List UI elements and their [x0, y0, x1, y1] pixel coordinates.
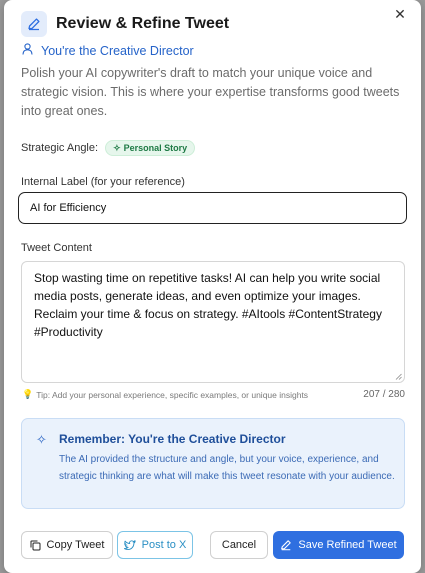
tweet-content-label: Tweet Content	[21, 242, 92, 254]
tweet-content-text: Stop wasting time on repetitive tasks! A…	[34, 271, 382, 339]
post-to-x-button[interactable]: Post to X	[117, 531, 193, 559]
cancel-button[interactable]: Cancel	[210, 531, 268, 559]
close-icon[interactable]: ✕	[392, 6, 408, 22]
lightbulb-icon: 💡	[22, 389, 34, 399]
reminder-text: The AI provided the structure and angle,…	[59, 454, 395, 482]
strategic-angle-row: Strategic Angle: ✧ Personal Story	[21, 140, 196, 156]
user-icon	[22, 42, 33, 60]
copy-tweet-label: Copy Tweet	[46, 539, 105, 551]
dialog-description: Polish your AI copywriter's draft to mat…	[21, 66, 400, 118]
pencil-icon	[21, 11, 47, 37]
angle-badge: ✧ Personal Story	[105, 140, 196, 156]
dialog-actions: Copy Tweet Post to X Cancel Save Refined…	[4, 531, 421, 559]
cancel-label: Cancel	[221, 539, 257, 551]
tip-row: 💡 Tip: Add your personal experience, spe…	[22, 389, 405, 400]
save-refined-tweet-label: Save Refined Tweet	[298, 539, 397, 551]
internal-label-label: Internal Label (for your reference)	[21, 176, 185, 188]
tip: 💡 Tip: Add your personal experience, spe…	[22, 389, 308, 400]
review-tweet-dialog: ✕ Review & Refine Tweet You're the Creat…	[4, 0, 421, 573]
reminder-title: Remember: You're the Creative Director	[59, 432, 286, 446]
twitter-bird-icon	[123, 539, 136, 551]
role-line: You're the Creative Director	[22, 42, 194, 60]
reminder-box: ✧ Remember: You're the Creative Director…	[21, 418, 405, 509]
sparkle-icon: ✧	[113, 142, 121, 153]
post-to-x-label: Post to X	[141, 539, 187, 551]
save-refined-tweet-button[interactable]: Save Refined Tweet	[273, 531, 404, 559]
copy-icon	[30, 540, 41, 551]
strategic-angle-label: Strategic Angle:	[21, 142, 99, 154]
sparkle-icon: ✧	[36, 432, 47, 447]
dialog-title: Review & Refine Tweet	[56, 15, 230, 32]
copy-tweet-button[interactable]: Copy Tweet	[21, 531, 113, 559]
tweet-content-textarea[interactable]: Stop wasting time on repetitive tasks! A…	[21, 261, 405, 383]
pencil-icon	[280, 539, 292, 551]
character-counter: 207 / 280	[363, 389, 405, 400]
dialog-header: Review & Refine Tweet	[21, 11, 229, 37]
role-text: You're the Creative Director	[41, 44, 194, 58]
internal-label-input[interactable]: AI for Efficiency	[18, 192, 407, 224]
angle-badge-text: Personal Story	[123, 143, 188, 153]
resize-handle-icon[interactable]	[395, 373, 402, 380]
tip-text: Tip: Add your personal experience, speci…	[36, 389, 309, 400]
